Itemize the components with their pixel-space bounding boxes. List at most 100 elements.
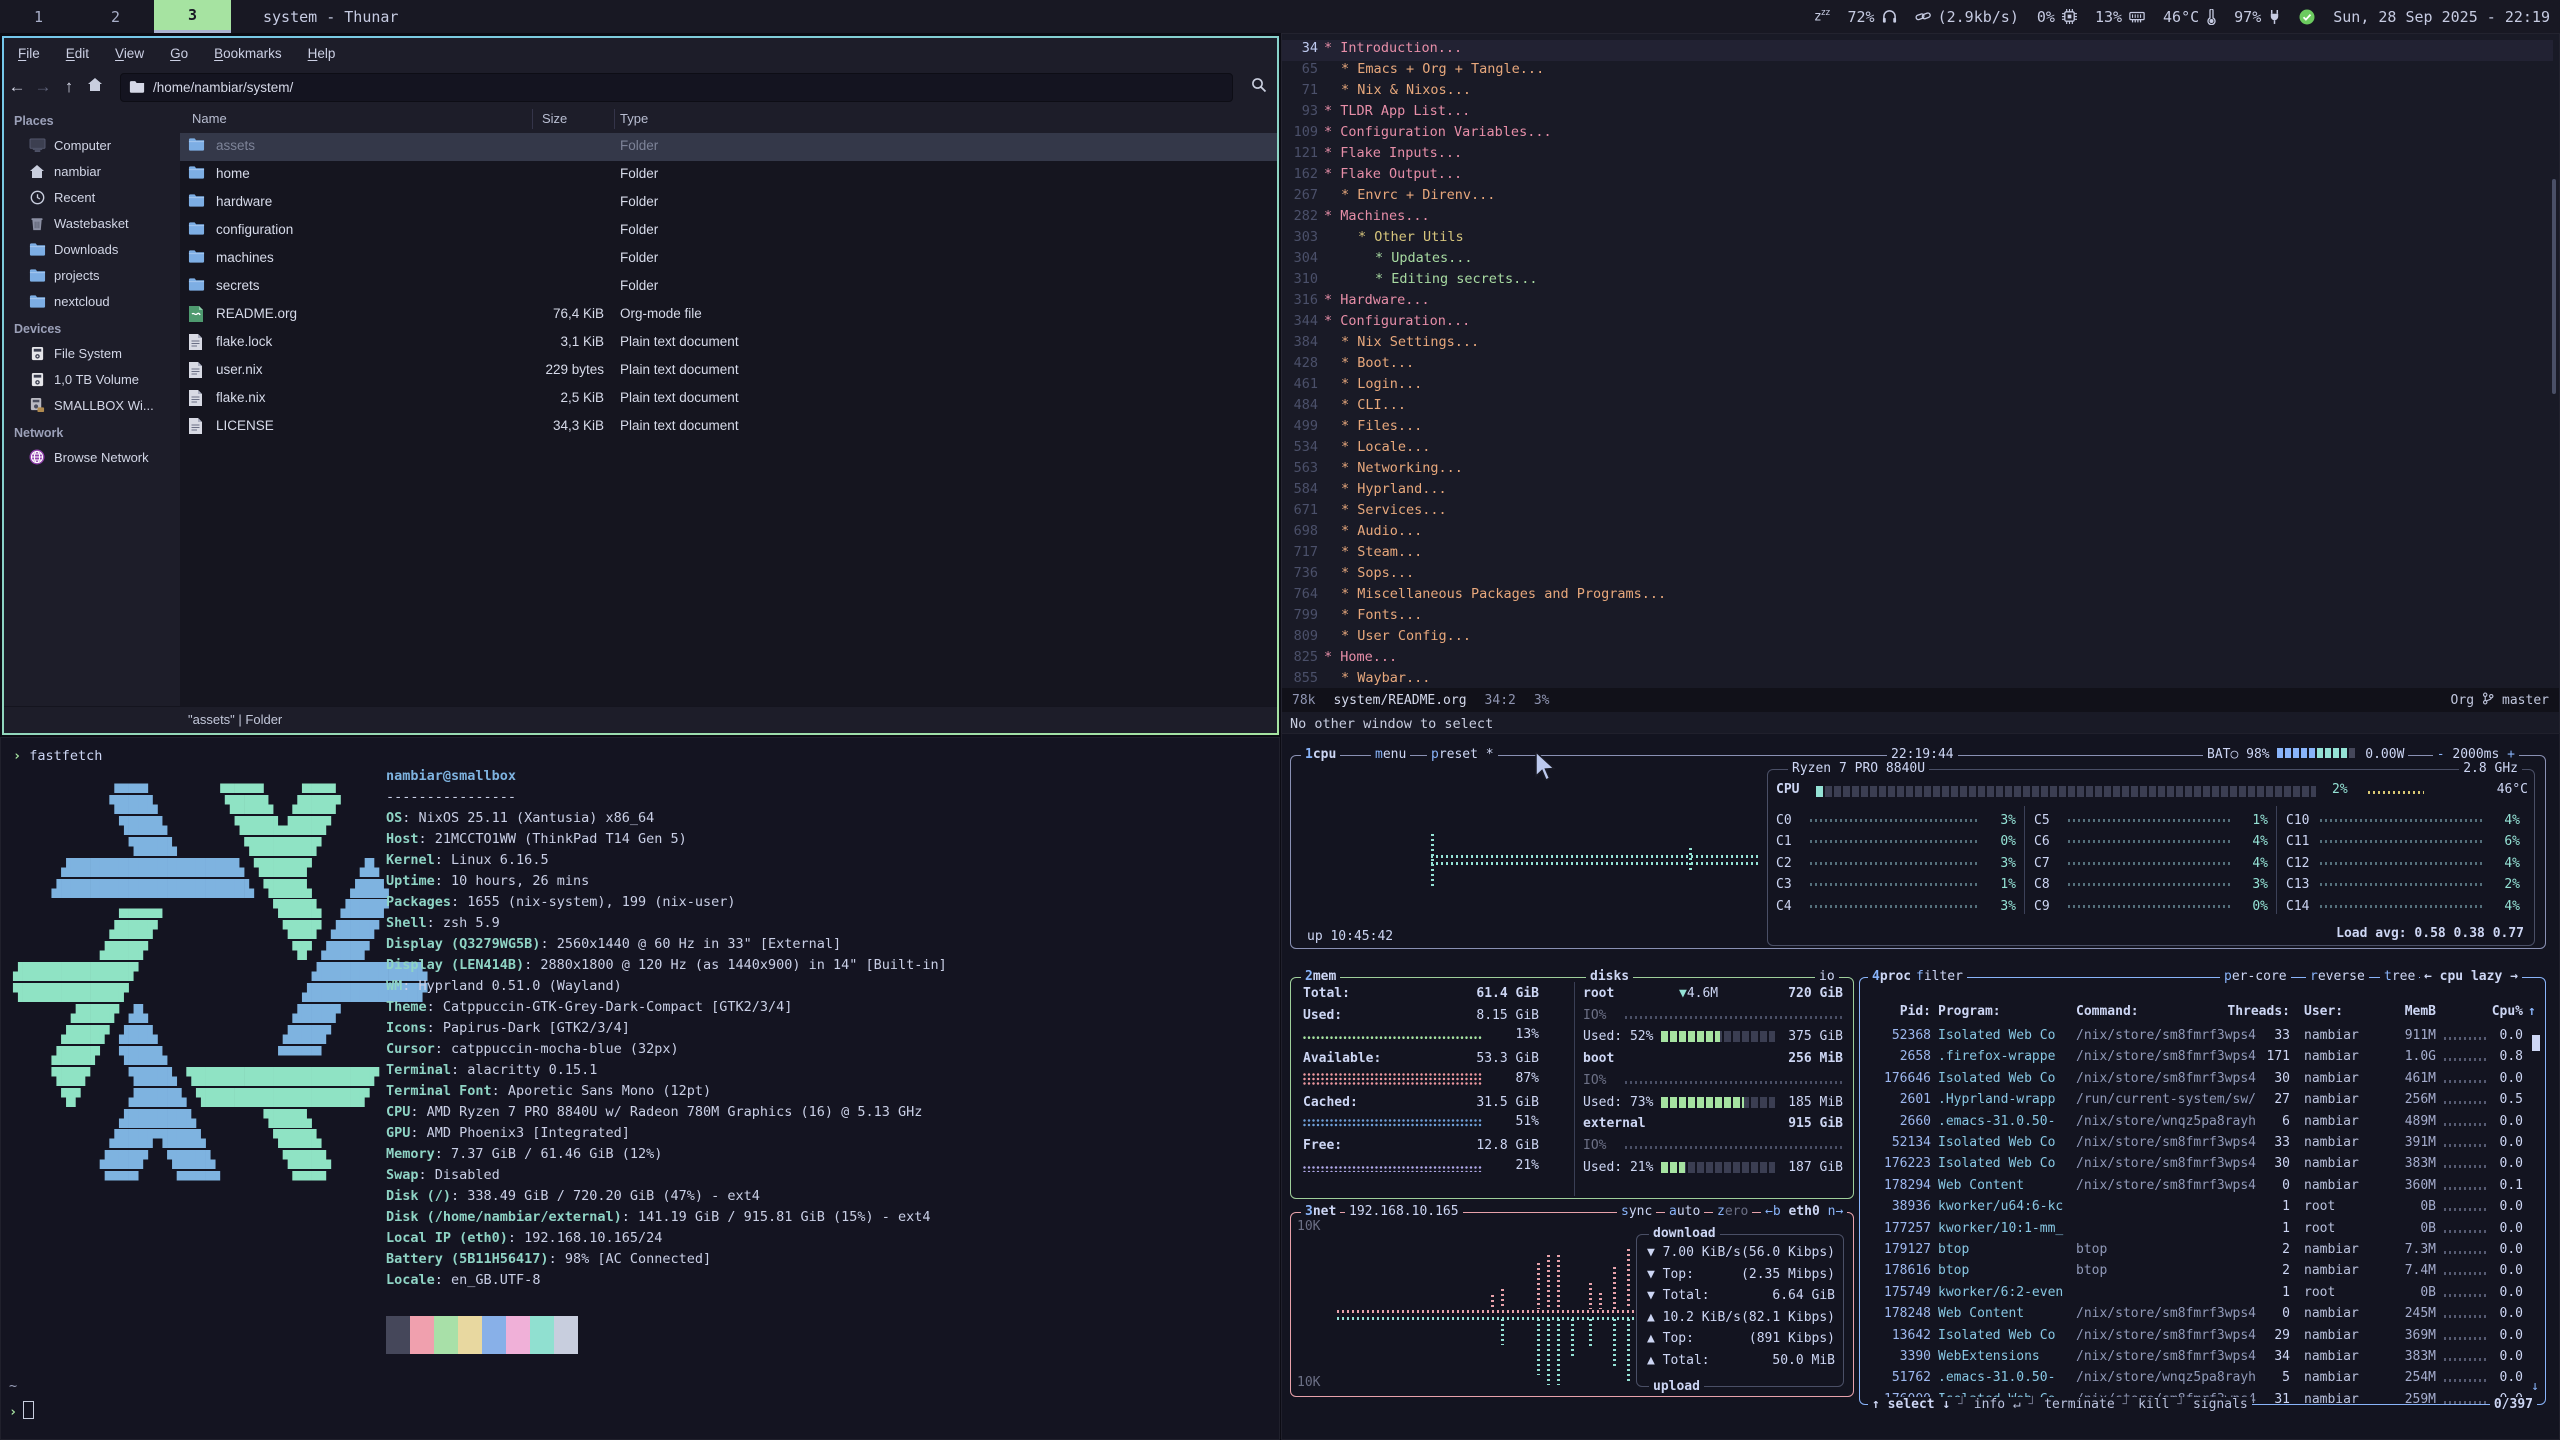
sidebar-item-1-0-tb-volume[interactable]: 1,0 TB Volume	[4, 366, 180, 392]
sidebar-item-file-system[interactable]: File System	[4, 340, 180, 366]
file-row-hardware[interactable]: hardwareFolder	[180, 189, 1277, 217]
proc-footer[interactable]: ↑ select ↓ ┘ info ↵ ┘ terminate ┘ kill ┘…	[1868, 1397, 2252, 1412]
preset-button[interactable]: preset *	[1427, 747, 1498, 762]
org-heading-line[interactable]: 563* Networking...	[1282, 460, 2553, 481]
org-heading-line[interactable]: 499* Files...	[1282, 418, 2553, 439]
menu-view[interactable]: View	[115, 46, 144, 61]
org-heading-line[interactable]: 534* Locale...	[1282, 439, 2553, 460]
sidebar-item-nextcloud[interactable]: nextcloud	[4, 288, 180, 314]
org-heading-line[interactable]: 34* Introduction...	[1282, 40, 2553, 61]
sidebar-item-recent[interactable]: Recent	[4, 184, 180, 210]
org-heading-line[interactable]: 736* Sops...	[1282, 565, 2553, 586]
process-row-177257[interactable]: 177257kworker/10:1-mm_1root0B0.0	[1860, 1221, 2545, 1242]
menu-go[interactable]: Go	[170, 46, 188, 61]
sidebar-item-projects[interactable]: projects	[4, 262, 180, 288]
menu-edit[interactable]: Edit	[66, 46, 89, 61]
waybar-module-battery[interactable]: 97%	[2234, 8, 2281, 26]
net-tab[interactable]: 3net	[1301, 1204, 1340, 1219]
org-heading-line[interactable]: 384* Nix Settings...	[1282, 334, 2553, 355]
sidebar-item-smallbox-wi-[interactable]: SMALLBOX Wi...	[4, 392, 180, 418]
file-row-secrets[interactable]: secretsFolder	[180, 273, 1277, 301]
proc-header[interactable]: Pid:Program:Command:Threads:User:MemBCpu…	[1860, 1004, 2545, 1025]
scroll-down-icon[interactable]: ↓	[2531, 1379, 2539, 1394]
waybar-module-clock[interactable]: Sun, 28 Sep 2025 - 22:19	[2333, 8, 2550, 26]
tree-toggle[interactable]: tree	[2380, 969, 2419, 984]
process-row-2660[interactable]: 2660.emacs-31.0.50-/nix/store/wnqz5pa8ra…	[1860, 1114, 2545, 1135]
org-heading-line[interactable]: 109* Configuration Variables...	[1282, 124, 2553, 145]
waybar-module-temperature[interactable]: 46°C	[2163, 8, 2216, 26]
home-button[interactable]	[82, 77, 108, 97]
process-row-178294[interactable]: 178294Web Content/nix/store/sm8fmrf3wps4…	[1860, 1178, 2545, 1199]
waybar-module-volume[interactable]: 72%	[1848, 8, 1897, 26]
disks-label[interactable]: disks	[1586, 969, 1633, 984]
org-heading-line[interactable]: 344* Configuration...	[1282, 313, 2553, 334]
org-heading-line[interactable]: 428* Boot...	[1282, 355, 2553, 376]
file-row-configuration[interactable]: configurationFolder	[180, 217, 1277, 245]
org-heading-line[interactable]: 310* Editing secrets...	[1282, 271, 2553, 292]
workspace-button-3[interactable]: 3	[154, 0, 231, 33]
org-heading-line[interactable]: 303* Other Utils	[1282, 229, 2553, 250]
menu-bookmarks[interactable]: Bookmarks	[214, 46, 282, 61]
file-row-assets[interactable]: assetsFolder	[180, 133, 1277, 161]
org-heading-line[interactable]: 799* Fonts...	[1282, 607, 2553, 628]
process-row-13642[interactable]: 13642Isolated Web Co/nix/store/sm8fmrf3w…	[1860, 1328, 2545, 1349]
sidebar-item-browse-network[interactable]: Browse Network	[4, 444, 180, 470]
net-zero-toggle[interactable]: zero	[1713, 1204, 1752, 1219]
org-heading-line[interactable]: 93* TLDR App List...	[1282, 103, 2553, 124]
waybar-module-memory[interactable]: 13%	[2095, 8, 2145, 26]
path-bar[interactable]: /home/nambiar/system/	[120, 73, 1233, 102]
forward-button[interactable]: →	[30, 77, 56, 97]
search-button[interactable]	[1251, 77, 1267, 98]
sidebar-item-computer[interactable]: Computer	[4, 132, 180, 158]
org-heading-line[interactable]: 267* Envrc + Direnv...	[1282, 187, 2553, 208]
proc-scrollbar[interactable]	[2532, 1035, 2540, 1051]
process-row-52368[interactable]: 52368Isolated Web Co/nix/store/sm8fmrf3w…	[1860, 1028, 2545, 1049]
file-row-machines[interactable]: machinesFolder	[180, 245, 1277, 273]
org-heading-line[interactable]: 121* Flake Inputs...	[1282, 145, 2553, 166]
waybar-module-status[interactable]	[2299, 9, 2315, 25]
net-auto-toggle[interactable]: auto	[1665, 1204, 1704, 1219]
io-label[interactable]: io	[1815, 969, 1839, 984]
sidebar-item-wastebasket[interactable]: Wastebasket	[4, 210, 180, 236]
process-row-3390[interactable]: 3390WebExtensions/nix/store/sm8fmrf3wps4…	[1860, 1349, 2545, 1370]
menu-button[interactable]: menu	[1371, 747, 1410, 762]
workspace-button-1[interactable]: 1	[0, 0, 77, 33]
back-button[interactable]: ←	[4, 77, 30, 97]
process-row-176646[interactable]: 176646Isolated Web Co/nix/store/sm8fmrf3…	[1860, 1071, 2545, 1092]
emacs-scrollbar[interactable]	[2552, 179, 2556, 394]
org-heading-line[interactable]: 71* Nix & Nixos...	[1282, 82, 2553, 103]
process-row-178248[interactable]: 178248Web Content/nix/store/sm8fmrf3wps4…	[1860, 1306, 2545, 1327]
file-row-user-nix[interactable]: user.nix229 bytesPlain text document	[180, 357, 1277, 385]
org-heading-line[interactable]: 671* Services...	[1282, 502, 2553, 523]
waybar-module-cpu[interactable]: 0%	[2037, 8, 2077, 26]
filter-button[interactable]: filter	[1912, 969, 1967, 984]
sidebar-item-nambiar[interactable]: nambiar	[4, 158, 180, 184]
menu-help[interactable]: Help	[308, 46, 336, 61]
org-heading-line[interactable]: 304* Updates...	[1282, 250, 2553, 271]
mem-tab[interactable]: 2mem	[1301, 969, 1340, 984]
waybar-module-idle-inhibitor[interactable]: zzz	[1814, 8, 1830, 24]
file-row-flake-nix[interactable]: flake.nix2,5 KiBPlain text document	[180, 385, 1277, 413]
org-heading-line[interactable]: 825* Home...	[1282, 649, 2553, 670]
reverse-toggle[interactable]: reverse	[2306, 969, 2369, 984]
column-header-size[interactable]: Size	[542, 111, 567, 126]
process-row-176223[interactable]: 176223Isolated Web Co/nix/store/sm8fmrf3…	[1860, 1156, 2545, 1177]
org-heading-line[interactable]: 316* Hardware...	[1282, 292, 2553, 313]
org-heading-line[interactable]: 461* Login...	[1282, 376, 2553, 397]
workspace-button-2[interactable]: 2	[77, 0, 154, 33]
waybar-module-network[interactable]: (2.9kb/s)	[1915, 8, 2019, 26]
process-row-51762[interactable]: 51762.emacs-31.0.50-/nix/store/wnqz5pa8r…	[1860, 1370, 2545, 1391]
list-header[interactable]: NameSizeType	[180, 106, 1277, 134]
file-row-flake-lock[interactable]: flake.lock3,1 KiBPlain text document	[180, 329, 1277, 357]
net-iface[interactable]: ←b eth0 n→	[1761, 1204, 1847, 1219]
process-row-178616[interactable]: 178616btopbtop2nambiar7.4M0.0	[1860, 1263, 2545, 1284]
shell-prompt[interactable]: ›	[9, 1401, 34, 1420]
org-heading-line[interactable]: 162* Flake Output...	[1282, 166, 2553, 187]
cpu-tab[interactable]: 1cpu	[1301, 747, 1340, 762]
org-heading-line[interactable]: 584* Hyprland...	[1282, 481, 2553, 502]
org-heading-line[interactable]: 809* User Config...	[1282, 628, 2553, 649]
org-heading-line[interactable]: 698* Audio...	[1282, 523, 2553, 544]
file-row-home[interactable]: homeFolder	[180, 161, 1277, 189]
org-heading-line[interactable]: 65* Emacs + Org + Tangle...	[1282, 61, 2553, 82]
org-heading-line[interactable]: 484* CLI...	[1282, 397, 2553, 418]
